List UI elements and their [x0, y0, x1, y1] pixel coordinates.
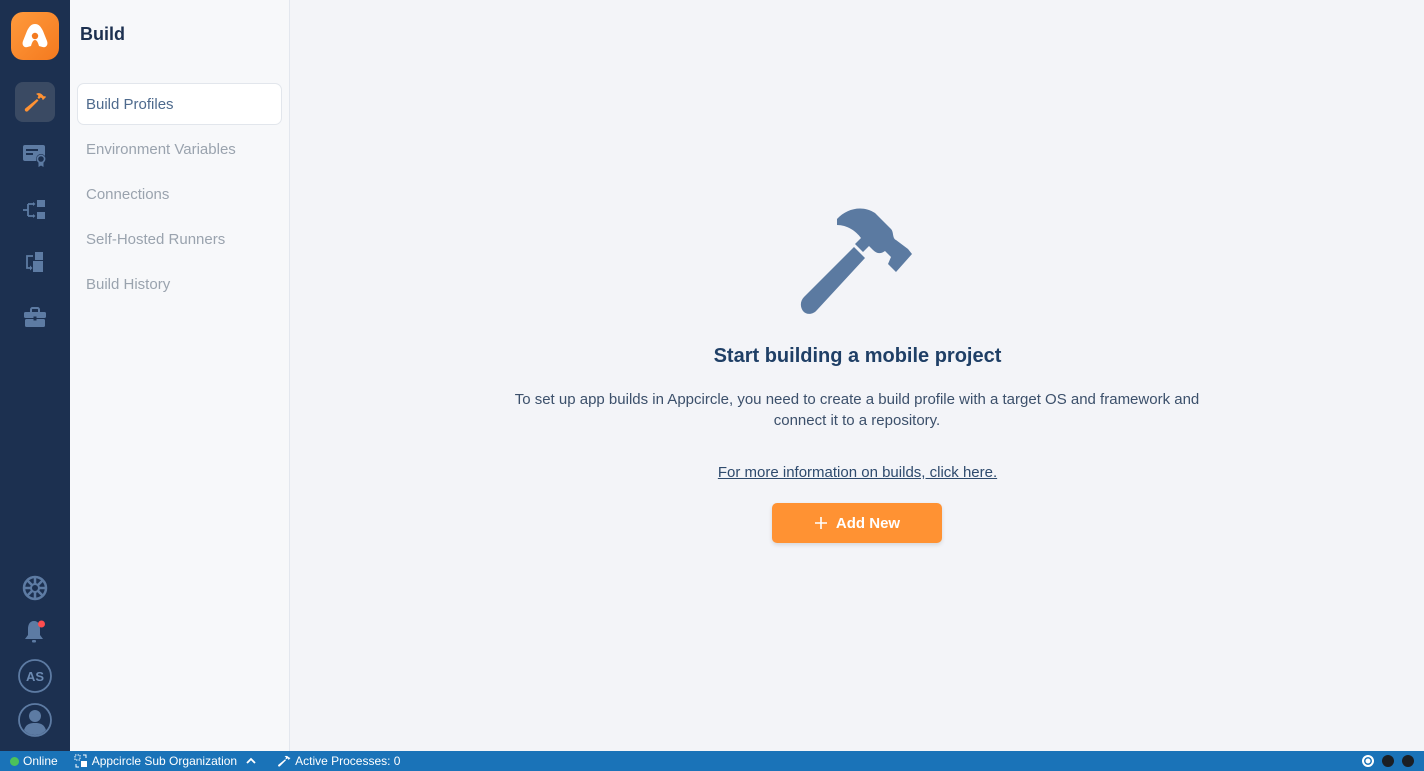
connection-status[interactable]: Online	[10, 751, 58, 771]
user-icon	[18, 703, 52, 737]
briefcase-icon	[24, 307, 46, 327]
menu-item-environment-variables[interactable]: Environment Variables	[77, 128, 282, 170]
organization-switcher[interactable]: Appcircle Sub Organization	[74, 751, 257, 771]
notifications-button[interactable]	[15, 612, 55, 652]
menu-item-build-history[interactable]: Build History	[77, 263, 282, 305]
menu-item-label: Build History	[86, 275, 171, 293]
rail-publish[interactable]	[15, 244, 55, 284]
lifebuoy-icon	[22, 575, 48, 601]
hammer-icon	[800, 208, 912, 314]
main-content: Start building a mobile project To set u…	[291, 0, 1424, 751]
empty-state-description: To set up app builds in Appcircle, you n…	[514, 391, 1200, 429]
profile-button[interactable]	[15, 700, 55, 740]
status-indicator-light[interactable]	[1362, 755, 1374, 767]
menu-item-self-hosted-runners[interactable]: Self-Hosted Runners	[77, 218, 282, 260]
status-indicator-dark-2[interactable]	[1402, 755, 1414, 767]
icon-rail: AS	[0, 0, 70, 751]
publish-icon	[26, 252, 43, 272]
appcircle-logo[interactable]	[11, 12, 59, 60]
notification-dot	[38, 620, 45, 628]
distribution-icon	[23, 200, 45, 219]
organization-name: Appcircle Sub Organization	[91, 754, 238, 768]
add-new-button[interactable]: Add New	[772, 503, 942, 543]
add-new-label: Add New	[835, 514, 901, 532]
empty-state-title: Start building a mobile project	[713, 345, 1002, 367]
rail-enterprise-store[interactable]	[15, 298, 55, 338]
switch-org-icon	[74, 754, 87, 768]
menu-item-label: Connections	[86, 185, 170, 203]
sidebar-title: Build	[80, 24, 125, 44]
hammer-icon	[278, 755, 291, 767]
rail-build[interactable]	[15, 82, 55, 122]
active-processes-label: Active Processes: 0	[295, 754, 401, 768]
menu-item-label: Self-Hosted Runners	[86, 230, 226, 248]
status-indicators	[1362, 755, 1414, 767]
build-menu: Build Profiles Environment Variables Con…	[77, 83, 282, 308]
active-processes[interactable]: Active Processes: 0	[277, 751, 400, 771]
status-indicator-dark-1[interactable]	[1382, 755, 1394, 767]
build-sidebar: Build Build Profiles Environment Variabl…	[70, 0, 290, 751]
builds-info-link[interactable]: For more information on builds, click he…	[718, 464, 997, 481]
bell-icon	[25, 620, 45, 643]
connection-label: Online	[23, 754, 58, 768]
org-initials: AS	[25, 668, 45, 684]
rail-distribution[interactable]	[15, 190, 55, 230]
status-bar: Online Appcircle Sub Organization Active…	[0, 751, 1424, 771]
menu-item-label: Environment Variables	[86, 140, 236, 158]
online-indicator-icon	[10, 756, 19, 766]
menu-item-build-profiles[interactable]: Build Profiles	[77, 83, 282, 125]
organization-button[interactable]: AS	[15, 656, 55, 696]
menu-item-connections[interactable]: Connections	[77, 173, 282, 215]
plus-icon	[814, 517, 827, 529]
rail-signing-identities[interactable]	[15, 135, 55, 175]
hammer-icon	[24, 93, 46, 112]
certificate-icon	[23, 145, 46, 167]
menu-item-label: Build Profiles	[86, 95, 174, 113]
help-button[interactable]	[15, 568, 55, 608]
logo-icon	[22, 24, 48, 48]
chevron-up-icon	[246, 757, 256, 764]
